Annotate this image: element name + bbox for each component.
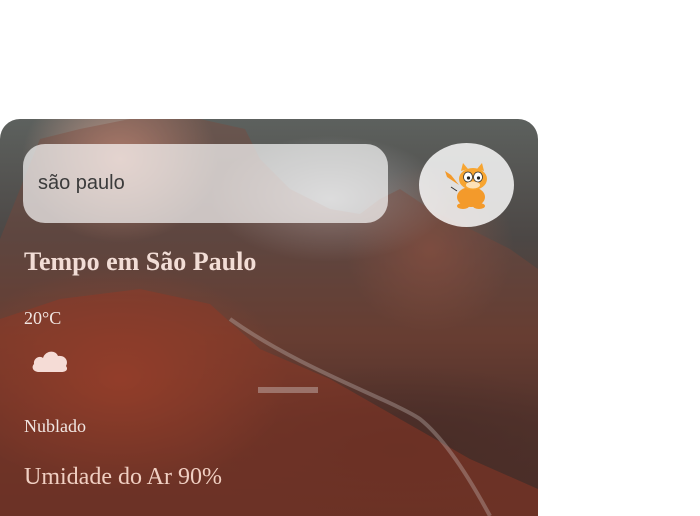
- weather-description: Nublado: [24, 416, 86, 436]
- weather-card: Tempo em São Paulo 20°C Nublado Umidade …: [0, 119, 538, 516]
- search-input[interactable]: [36, 171, 388, 196]
- humidity-value: Umidade do Ar 90%: [24, 464, 222, 490]
- page-title: Tempo em São Paulo: [24, 247, 257, 276]
- search-field[interactable]: [23, 144, 388, 223]
- search-button[interactable]: [419, 143, 514, 227]
- cloud-icon: [32, 351, 68, 372]
- temperature-value: 20°C: [24, 308, 62, 328]
- garfield-icon: [444, 163, 487, 209]
